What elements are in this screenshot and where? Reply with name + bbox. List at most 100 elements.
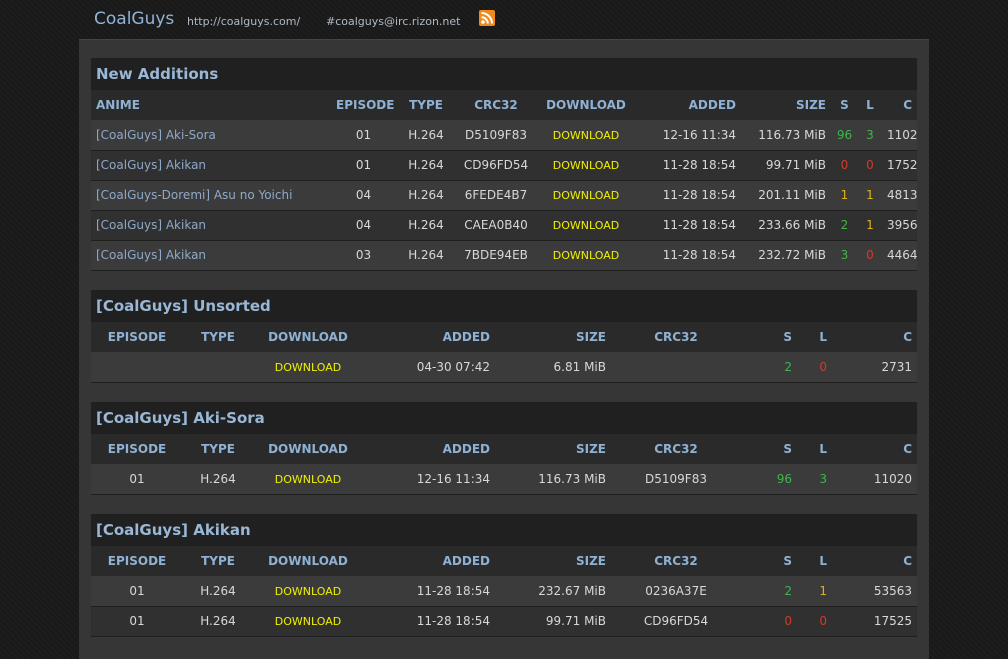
col-header-episode[interactable]: EPISODE — [331, 90, 396, 120]
col-header-added[interactable]: ADDED — [363, 434, 495, 464]
col-header-type[interactable]: TYPE — [183, 434, 253, 464]
section-title: New Additions — [91, 58, 917, 90]
crc32-cell: D5109F83 — [611, 464, 741, 495]
download-link[interactable]: DOWNLOAD — [553, 189, 619, 202]
added-cell: 11-28 18:54 — [636, 210, 741, 241]
anime-link[interactable]: [CoalGuys-Doremi] Asu no Yoichi — [96, 188, 292, 202]
download-link[interactable]: DOWNLOAD — [275, 361, 341, 374]
seeders-cell: 0 — [831, 150, 858, 181]
series-table: EPISODE TYPE DOWNLOAD ADDED SIZE CRC32 S… — [91, 546, 917, 637]
col-header-download[interactable]: DOWNLOAD — [253, 546, 363, 576]
col-header-completed[interactable]: C — [832, 322, 917, 352]
table-row: [CoalGuys] Aki-Sora 01 H.264 D5109F83 DO… — [91, 120, 917, 151]
col-header-type[interactable]: TYPE — [183, 322, 253, 352]
col-header-download[interactable]: DOWNLOAD — [536, 90, 636, 120]
leechers-cell: 0 — [858, 240, 882, 271]
seeders-cell: 3 — [831, 240, 858, 271]
leechers-cell: 3 — [858, 120, 882, 151]
crc32-cell: CD96FD54 — [611, 606, 741, 637]
rss-feed-icon[interactable] — [479, 10, 495, 26]
col-header-crc32[interactable]: CRC32 — [611, 546, 741, 576]
col-header-completed[interactable]: C — [882, 90, 917, 120]
col-header-completed[interactable]: C — [832, 434, 917, 464]
table-header-row: EPISODE TYPE DOWNLOAD ADDED SIZE CRC32 S… — [91, 434, 917, 464]
download-link[interactable]: DOWNLOAD — [275, 585, 341, 598]
size-cell: 201.11 MiB — [741, 180, 831, 211]
col-header-anime[interactable]: ANIME — [91, 90, 331, 120]
table-row: 01 H.264 DOWNLOAD 12-16 11:34 116.73 MiB… — [91, 464, 917, 495]
site-brand-link[interactable]: CoalGuys — [94, 9, 174, 29]
col-header-crc32[interactable]: CRC32 — [611, 434, 741, 464]
anime-link[interactable]: [CoalGuys] Akikan — [96, 158, 206, 172]
crc32-cell: 7BDE94EB — [456, 240, 536, 271]
crc32-cell: CD96FD54 — [456, 150, 536, 181]
type-cell: H.264 — [396, 150, 456, 181]
completed-cell: 17525 — [832, 606, 917, 637]
col-header-type[interactable]: TYPE — [183, 546, 253, 576]
type-cell: H.264 — [396, 210, 456, 241]
type-cell: H.264 — [183, 606, 253, 637]
leechers-cell: 0 — [797, 352, 832, 383]
col-header-download[interactable]: DOWNLOAD — [253, 434, 363, 464]
anime-link[interactable]: [CoalGuys] Akikan — [96, 248, 206, 262]
col-header-added[interactable]: ADDED — [363, 322, 495, 352]
episode-cell: 01 — [91, 606, 183, 637]
size-cell: 233.66 MiB — [741, 210, 831, 241]
col-header-size[interactable]: SIZE — [495, 322, 611, 352]
col-header-episode[interactable]: EPISODE — [91, 546, 183, 576]
table-row: DOWNLOAD 04-30 07:42 6.81 MiB 2 0 2731 — [91, 352, 917, 383]
section-title: [CoalGuys] Aki-Sora — [91, 402, 917, 434]
col-header-added[interactable]: ADDED — [636, 90, 741, 120]
col-header-seeders[interactable]: S — [741, 434, 797, 464]
section-title: [CoalGuys] Akikan — [91, 514, 917, 546]
download-link[interactable]: DOWNLOAD — [553, 219, 619, 232]
type-cell — [183, 352, 253, 383]
seeders-cell: 2 — [741, 576, 797, 607]
download-link[interactable]: DOWNLOAD — [275, 615, 341, 628]
col-header-seeders[interactable]: S — [741, 546, 797, 576]
added-cell: 12-16 11:34 — [636, 120, 741, 151]
col-header-seeders[interactable]: S — [741, 322, 797, 352]
col-header-download[interactable]: DOWNLOAD — [253, 322, 363, 352]
seeders-cell: 1 — [831, 180, 858, 211]
episode-cell: 01 — [91, 576, 183, 607]
completed-cell: 44642 — [882, 240, 917, 271]
download-link[interactable]: DOWNLOAD — [553, 249, 619, 262]
size-cell: 99.71 MiB — [495, 606, 611, 637]
completed-cell: 11020 — [882, 120, 917, 151]
episode-cell: 01 — [331, 120, 396, 151]
download-link[interactable]: DOWNLOAD — [275, 473, 341, 486]
crc32-cell: CAEA0B40 — [456, 210, 536, 241]
completed-cell: 11020 — [832, 464, 917, 495]
col-header-type[interactable]: TYPE — [396, 90, 456, 120]
col-header-crc32[interactable]: CRC32 — [456, 90, 536, 120]
col-header-episode[interactable]: EPISODE — [91, 434, 183, 464]
leechers-cell: 1 — [797, 576, 832, 607]
series-section-aki-sora: [CoalGuys] Aki-Sora EPISODE TYPE DOWNLOA… — [91, 402, 917, 495]
anime-link[interactable]: [CoalGuys] Akikan — [96, 218, 206, 232]
col-header-episode[interactable]: EPISODE — [91, 322, 183, 352]
seeders-cell: 0 — [741, 606, 797, 637]
col-header-leechers[interactable]: L — [797, 546, 832, 576]
added-cell: 11-28 18:54 — [363, 576, 495, 607]
irc-channel-link[interactable]: #coalguys@irc.rizon.net — [326, 15, 460, 28]
col-header-leechers[interactable]: L — [858, 90, 882, 120]
col-header-size[interactable]: SIZE — [741, 90, 831, 120]
site-url-link[interactable]: http://coalguys.com/ — [187, 15, 300, 28]
col-header-added[interactable]: ADDED — [363, 546, 495, 576]
col-header-leechers[interactable]: L — [797, 322, 832, 352]
series-table: EPISODE TYPE DOWNLOAD ADDED SIZE CRC32 S… — [91, 322, 917, 383]
table-header-row: ANIME EPISODE TYPE CRC32 DOWNLOAD ADDED … — [91, 90, 917, 120]
download-link[interactable]: DOWNLOAD — [553, 159, 619, 172]
seeders-cell: 2 — [741, 352, 797, 383]
col-header-seeders[interactable]: S — [831, 90, 858, 120]
col-header-leechers[interactable]: L — [797, 434, 832, 464]
col-header-crc32[interactable]: CRC32 — [611, 322, 741, 352]
type-cell: H.264 — [183, 576, 253, 607]
size-cell: 99.71 MiB — [741, 150, 831, 181]
download-link[interactable]: DOWNLOAD — [553, 129, 619, 142]
col-header-completed[interactable]: C — [832, 546, 917, 576]
col-header-size[interactable]: SIZE — [495, 546, 611, 576]
col-header-size[interactable]: SIZE — [495, 434, 611, 464]
anime-link[interactable]: [CoalGuys] Aki-Sora — [96, 128, 216, 142]
